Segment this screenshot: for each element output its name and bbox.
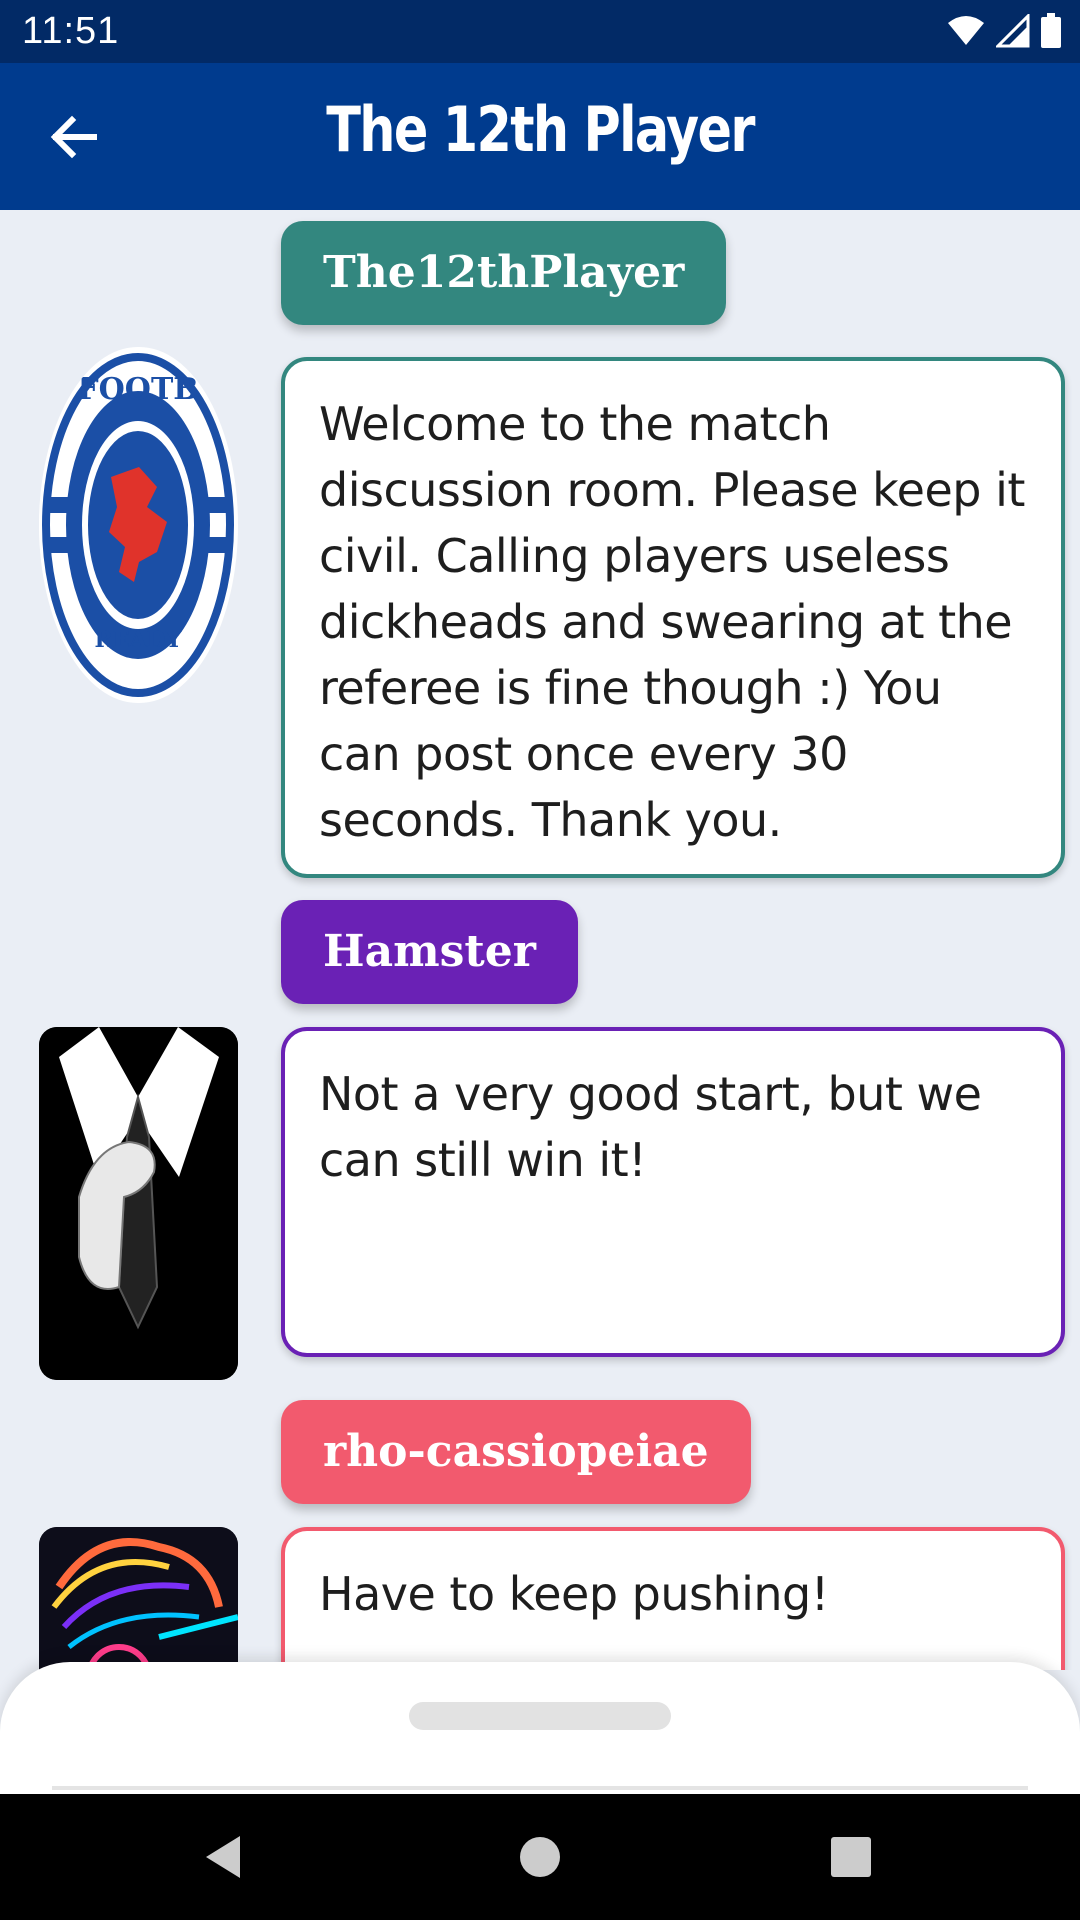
circle-home-icon	[520, 1837, 560, 1877]
rangers-crest-avatar: FOOTB READY	[39, 349, 237, 701]
username-chip[interactable]: The12thPlayer	[281, 221, 727, 325]
page-title: The 12th Player	[326, 93, 755, 166]
battery-icon	[1041, 13, 1061, 48]
username-chip[interactable]: rho-cassiopeiae	[281, 1400, 751, 1504]
arrow-left-icon	[50, 115, 97, 159]
nav-home-button[interactable]	[515, 1832, 565, 1882]
status-icons	[946, 13, 1062, 49]
avatar[interactable]	[39, 1527, 238, 1670]
message-bubble: Welcome to the match discussion room. Pl…	[281, 357, 1065, 878]
status-time: 11:51	[22, 10, 120, 52]
crest-bottom-text: READY	[95, 627, 182, 653]
signal-icon	[996, 14, 1030, 48]
suit-tie-avatar	[39, 1027, 238, 1380]
square-recents-icon	[831, 1837, 871, 1877]
divider	[52, 1786, 1028, 1790]
crest-top-text: FOOTB	[77, 372, 198, 407]
neon-portrait-avatar	[39, 1527, 238, 1670]
username-chip[interactable]: Hamster	[281, 900, 578, 1004]
back-button[interactable]	[44, 107, 104, 167]
status-bar: 11:51	[0, 0, 1080, 63]
app-bar: The 12th Player	[0, 63, 1080, 210]
triangle-back-icon	[206, 1836, 240, 1878]
message-bubble: Not a very good start, but we can still …	[281, 1027, 1065, 1357]
avatar[interactable]	[39, 1027, 238, 1380]
drag-handle[interactable]	[409, 1702, 671, 1730]
message-list[interactable]: The12thPlayer FOOTB READY Welcome to the…	[0, 210, 1080, 1670]
nav-recents-button[interactable]	[826, 1832, 876, 1882]
nav-back-button[interactable]	[200, 1832, 250, 1882]
message-bubble: Have to keep pushing!	[281, 1527, 1065, 1670]
avatar[interactable]: FOOTB READY	[39, 347, 238, 703]
system-nav-bar	[0, 1794, 1080, 1920]
bottom-sheet[interactable]	[0, 1662, 1080, 1794]
wifi-icon	[948, 16, 984, 45]
